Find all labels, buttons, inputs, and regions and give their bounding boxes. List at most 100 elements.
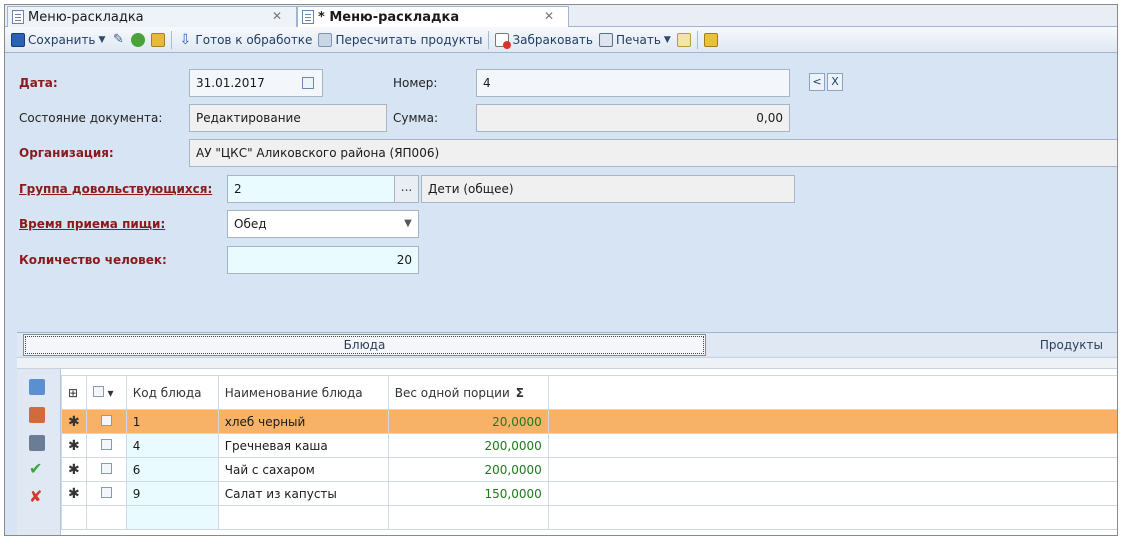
reject-button[interactable]: Забраковать	[495, 32, 593, 49]
cell-empty	[547, 433, 1117, 458]
tab-products[interactable]: Продукты	[707, 334, 1117, 356]
col-dish-name[interactable]: Наименование блюда	[217, 375, 389, 410]
cell-code[interactable]: 1	[125, 409, 219, 434]
consumer-group-field[interactable]: 2 ...	[227, 175, 419, 203]
people-count-value: 20	[396, 253, 412, 267]
grid-menu-icon[interactable]: ⊞	[61, 375, 87, 410]
cell-empty	[547, 457, 1117, 482]
cell-name[interactable]: хлеб черный	[217, 409, 389, 434]
reject-icon	[495, 32, 512, 49]
organization-field: АУ "ЦКС" Аликовского района (ЯП006)	[189, 139, 1117, 167]
tab-menu-layout-1[interactable]: Меню-раскладка ✕	[7, 6, 297, 27]
tab-menu-layout-2[interactable]: * Меню-раскладка ✕	[297, 6, 569, 27]
row-checkbox[interactable]	[85, 433, 127, 458]
save-label: Сохранить	[28, 32, 96, 47]
tab-label: Меню-раскладка	[28, 9, 144, 25]
cell-name[interactable]: Гречневая каша	[217, 433, 389, 458]
table-row[interactable]: ✱ 4 Гречневая каша 200,0000	[61, 433, 1117, 458]
checkbox[interactable]	[100, 462, 112, 474]
organization-label: Организация:	[19, 146, 114, 160]
remove-row-icon[interactable]	[29, 407, 45, 423]
toolbar: Сохранить ▼ ✎ ⇩ Готов к обработке Пересч…	[5, 27, 1117, 53]
print-button[interactable]: Печать ▼	[598, 32, 671, 47]
row-checkbox[interactable]	[85, 409, 127, 434]
cell-empty	[547, 481, 1117, 506]
add-row-icon[interactable]	[29, 379, 45, 395]
checkbox[interactable]	[100, 438, 112, 450]
col-dish-code[interactable]: Код блюда	[125, 375, 219, 410]
col-empty	[547, 375, 1117, 410]
row-marker: ✱	[61, 409, 87, 434]
separator	[696, 30, 698, 49]
check-icon[interactable]: ✔	[29, 461, 45, 477]
sum-value: 0,00	[756, 111, 783, 125]
browse-button[interactable]: ...	[394, 176, 418, 202]
cell-weight[interactable]: 20,0000	[387, 409, 549, 434]
meal-time-select[interactable]: Обед ▼	[227, 210, 419, 238]
chevron-down-icon[interactable]: ▼	[398, 211, 418, 237]
cell-empty	[547, 409, 1117, 434]
checkbox[interactable]	[100, 414, 112, 426]
row-marker: ✱	[61, 481, 87, 506]
recalc-button[interactable]: Пересчитать продукты	[318, 32, 482, 47]
cell-name[interactable]: Салат из капусты	[217, 481, 389, 506]
row-checkbox[interactable]	[85, 457, 127, 482]
close-icon[interactable]: ✕	[544, 9, 554, 23]
close-icon[interactable]: ✕	[272, 9, 282, 23]
checkbox[interactable]	[100, 486, 112, 498]
ready-button[interactable]: ⇩ Готов к обработке	[178, 31, 313, 48]
section-tabs: Блюда Продукты	[17, 332, 1117, 356]
table-row[interactable]: ✱ 9 Салат из капусты 150,0000	[61, 481, 1117, 506]
tab-dishes-label: Блюда	[343, 338, 386, 352]
cell-code[interactable]: 9	[125, 481, 219, 506]
table-row	[61, 505, 1117, 530]
row-marker: ✱	[61, 457, 87, 482]
exit-icon[interactable]	[703, 32, 718, 47]
uncheck-icon[interactable]: ✘	[29, 489, 45, 505]
checkbox[interactable]	[92, 385, 104, 397]
table-row[interactable]: ✱ 1 хлеб черный 20,0000	[61, 409, 1117, 434]
cell-name[interactable]: Чай с сахаром	[217, 457, 389, 482]
select-all-checkbox[interactable]: ▾	[85, 375, 127, 410]
cell-weight[interactable]: 200,0000	[387, 457, 549, 482]
col-portion-weight[interactable]: Вес одной порции Σ	[387, 375, 549, 410]
table-row[interactable]: ✱ 6 Чай с сахаром 200,0000	[61, 457, 1117, 482]
tab-dishes[interactable]: Блюда	[23, 334, 706, 356]
arrow-down-icon: ⇩	[179, 31, 192, 48]
print-grid-icon[interactable]	[29, 435, 45, 451]
save-icon	[11, 32, 25, 47]
ready-label: Готов к обработке	[195, 32, 313, 47]
cell-code[interactable]: 4	[125, 433, 219, 458]
cell-code[interactable]: 6	[125, 457, 219, 482]
date-field[interactable]: 31.01.2017	[189, 69, 323, 97]
consumer-group-link[interactable]: Группа довольствующихся:	[19, 182, 212, 196]
dishes-grid-panel: ✔ ✘ ⊞ ▾ Код блюда Наименование блюда Вес…	[17, 357, 1117, 535]
row-marker: ✱	[61, 433, 87, 458]
separator	[488, 30, 490, 49]
number-field[interactable]: 4	[476, 69, 790, 97]
people-count-field[interactable]: 20	[227, 246, 419, 274]
meal-time-link[interactable]: Время приема пищи:	[19, 217, 165, 231]
refresh-icon[interactable]	[131, 32, 146, 47]
calculator-icon	[318, 32, 333, 47]
state-value: Редактирование	[196, 111, 301, 125]
chevron-down-icon[interactable]: ▼	[664, 35, 671, 45]
consumer-group-name: Дети (общее)	[428, 182, 514, 196]
grid-drag-handle[interactable]	[17, 358, 1117, 369]
consumer-group-code: 2	[234, 182, 242, 196]
prev-button[interactable]: <	[809, 73, 825, 91]
attach-icon[interactable]	[151, 32, 166, 47]
row-checkbox[interactable]	[85, 481, 127, 506]
sum-icon[interactable]: Σ	[516, 386, 524, 400]
chevron-down-icon[interactable]: ▼	[99, 35, 106, 45]
clear-button[interactable]: X	[827, 73, 843, 91]
edit-icon[interactable]: ✎	[111, 32, 125, 47]
cell-weight[interactable]: 150,0000	[387, 481, 549, 506]
meal-time-value: Обед	[234, 217, 267, 231]
mail-icon[interactable]	[676, 32, 691, 47]
document-tabs: Меню-раскладка ✕ * Меню-раскладка ✕	[5, 5, 1117, 27]
cell-weight[interactable]: 200,0000	[387, 433, 549, 458]
calendar-icon[interactable]	[302, 77, 314, 89]
save-button[interactable]: Сохранить ▼	[11, 32, 106, 47]
cell-name	[217, 505, 389, 530]
